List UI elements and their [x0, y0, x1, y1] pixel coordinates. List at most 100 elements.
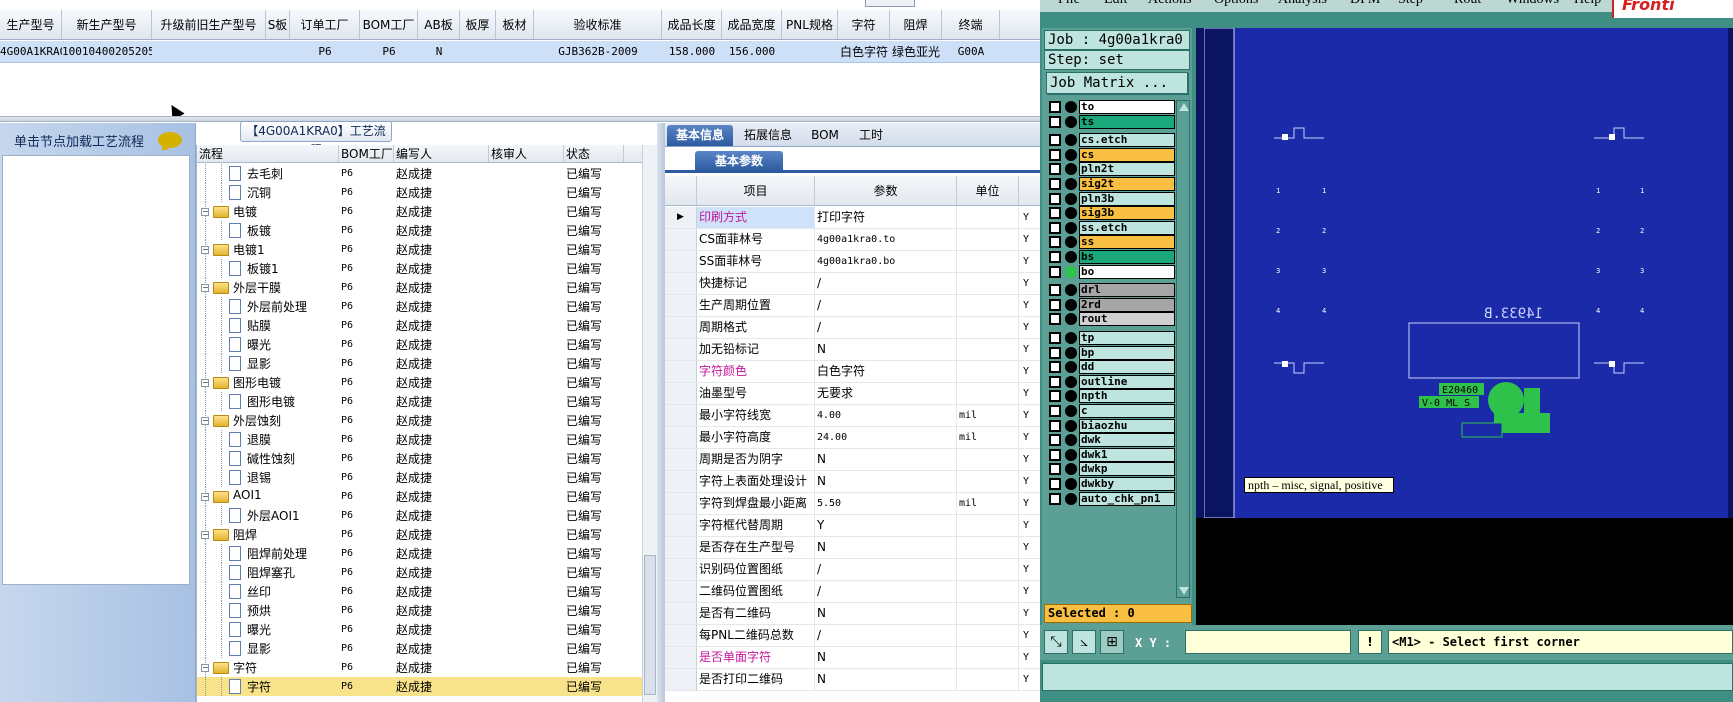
- layer-checkbox[interactable]: [1049, 419, 1061, 432]
- layer-visibility-icon[interactable]: [1065, 284, 1077, 297]
- param-row[interactable]: 加无铅标记 N Y: [665, 339, 1040, 361]
- flow-tree-row[interactable]: − 电镀 P6 赵成捷 已编写: [197, 202, 642, 221]
- layer-row-sig3b[interactable]: sig3b: [1046, 206, 1176, 221]
- flow-tree-row[interactable]: 预烘 P6 赵成捷 已编写: [197, 601, 642, 620]
- layer-row-bo[interactable]: bo: [1046, 264, 1176, 279]
- layer-row-c[interactable]: c: [1046, 404, 1176, 418]
- layer-visibility-icon[interactable]: [1065, 221, 1077, 234]
- param-value[interactable]: N: [815, 471, 957, 492]
- tab-labor-hours[interactable]: 工时: [851, 125, 891, 146]
- horizontal-splitter[interactable]: [0, 116, 1040, 122]
- param-value[interactable]: N: [815, 647, 957, 668]
- xy-input[interactable]: [1185, 630, 1351, 654]
- param-value[interactable]: /: [815, 295, 957, 316]
- layer-name[interactable]: 2rd: [1079, 297, 1175, 312]
- flow-node[interactable]: − 字符: [197, 658, 339, 677]
- layer-visibility-icon[interactable]: [1065, 448, 1077, 461]
- layer-row-2rd[interactable]: 2rd: [1046, 297, 1176, 312]
- flow-node[interactable]: 字符: [197, 677, 339, 696]
- layer-row-rout[interactable]: rout: [1046, 312, 1176, 327]
- param-row[interactable]: 字符框代替周期 Y Y: [665, 515, 1040, 537]
- layer-checkbox[interactable]: [1049, 251, 1061, 263]
- zoom-icon[interactable]: ⤡: [1044, 630, 1068, 654]
- param-row[interactable]: 每PNL二维码总数 / Y: [665, 625, 1040, 647]
- scroll-thumb[interactable]: [644, 555, 656, 695]
- flow-node[interactable]: 丝印: [197, 582, 339, 601]
- row-header[interactable]: [665, 273, 697, 294]
- param-value[interactable]: /: [815, 581, 957, 602]
- flow-node[interactable]: − AOI1: [197, 487, 339, 506]
- param-value[interactable]: 打印字符: [815, 207, 957, 228]
- param-value[interactable]: 4g00a1kra0.to: [815, 229, 957, 250]
- row-header[interactable]: [665, 669, 697, 690]
- layer-name[interactable]: bp: [1079, 345, 1175, 360]
- row-header[interactable]: [665, 581, 697, 602]
- graphics-area[interactable]: 1234 1234 1234 1234 E20460 V-0 ML S 1493…: [1196, 27, 1733, 625]
- param-row[interactable]: 最小字符线宽 4.00 mil Y: [665, 405, 1040, 427]
- flow-tree-row[interactable]: 板镀1 P6 赵成捷 已编写: [197, 259, 642, 278]
- layer-visibility-icon[interactable]: [1065, 313, 1077, 326]
- flow-tree-row[interactable]: 显影 P6 赵成捷 已编写: [197, 639, 642, 658]
- layer-checkbox[interactable]: [1049, 463, 1061, 476]
- order-col-header[interactable]: 阻焊: [890, 10, 942, 39]
- row-header[interactable]: [665, 603, 697, 624]
- current-row-indicator-icon[interactable]: ▶: [665, 207, 697, 228]
- flow-node[interactable]: 外层前处理: [197, 297, 339, 316]
- layer-name[interactable]: dwkp: [1079, 462, 1175, 477]
- row-header[interactable]: [665, 405, 697, 426]
- layer-name[interactable]: ss.etch: [1079, 220, 1175, 235]
- layer-name[interactable]: pln3b: [1079, 191, 1175, 206]
- row-header[interactable]: [665, 427, 697, 448]
- flow-tree-row[interactable]: 退锡 P6 赵成捷 已编写: [197, 468, 642, 487]
- flow-tree-row[interactable]: 曝光 P6 赵成捷 已编写: [197, 620, 642, 639]
- row-header[interactable]: [665, 295, 697, 316]
- menu-edit[interactable]: Edit: [1104, 0, 1127, 8]
- order-col-header[interactable]: S板: [266, 10, 290, 39]
- order-col-header[interactable]: 板厚: [460, 10, 496, 39]
- row-header[interactable]: [665, 449, 697, 470]
- row-header[interactable]: [665, 317, 697, 338]
- layer-name[interactable]: dwkby: [1079, 477, 1175, 491]
- layer-visibility-icon[interactable]: [1065, 148, 1077, 161]
- collapse-toggle-icon[interactable]: −: [201, 493, 209, 501]
- param-value[interactable]: N: [815, 449, 957, 470]
- flow-node[interactable]: − 电镀1: [197, 240, 339, 259]
- flow-tree-row[interactable]: − 外层蚀刻 P6 赵成捷 已编写: [197, 411, 642, 430]
- collapse-toggle-icon[interactable]: −: [201, 417, 209, 425]
- flow-tree-scrollbar[interactable]: [642, 145, 657, 702]
- layer-visibility-icon[interactable]: [1065, 390, 1077, 403]
- layer-row-cs[interactable]: cs: [1046, 147, 1176, 162]
- param-row[interactable]: 快捷标记 / Y: [665, 273, 1040, 295]
- layer-checkbox[interactable]: [1049, 492, 1061, 505]
- layer-row-drl[interactable]: drl: [1046, 283, 1176, 298]
- layer-name[interactable]: cs.etch: [1079, 133, 1175, 148]
- layer-checkbox[interactable]: [1049, 298, 1061, 311]
- layer-checkbox[interactable]: [1049, 265, 1061, 278]
- layer-name[interactable]: dwk1: [1079, 447, 1175, 462]
- flow-node[interactable]: 退膜: [197, 430, 339, 449]
- flow-node[interactable]: 板镀1: [197, 259, 339, 278]
- param-value[interactable]: N: [815, 537, 957, 558]
- layer-visibility-icon[interactable]: [1065, 419, 1077, 432]
- flow-col-header[interactable]: 核审人: [489, 145, 564, 162]
- layer-visibility-icon[interactable]: [1065, 163, 1077, 176]
- layer-checkbox[interactable]: [1049, 192, 1061, 205]
- layer-row-sig2t[interactable]: sig2t: [1046, 177, 1176, 191]
- grid-snap-icon[interactable]: ⊞: [1100, 630, 1124, 654]
- row-header[interactable]: [665, 537, 697, 558]
- param-value[interactable]: 4g00a1kra0.bo: [815, 251, 957, 272]
- collapse-toggle-icon[interactable]: −: [201, 379, 209, 387]
- layer-row-dwk1[interactable]: dwk1: [1046, 447, 1176, 462]
- layer-visibility-icon[interactable]: [1065, 463, 1077, 476]
- layer-checkbox[interactable]: [1049, 148, 1061, 161]
- param-value[interactable]: /: [815, 559, 957, 580]
- flow-tree-row[interactable]: − AOI1 P6 赵成捷 已编写: [197, 487, 642, 506]
- flow-node[interactable]: 图形电镀: [197, 392, 339, 411]
- layer-name[interactable]: bs: [1079, 250, 1175, 264]
- layer-name[interactable]: rout: [1079, 312, 1175, 327]
- layer-visibility-icon[interactable]: [1065, 478, 1077, 490]
- menu-actions[interactable]: Actions: [1148, 0, 1192, 8]
- layer-name[interactable]: cs: [1079, 147, 1175, 162]
- layer-name[interactable]: bo: [1079, 264, 1175, 279]
- order-col-header[interactable]: 板材: [496, 10, 534, 39]
